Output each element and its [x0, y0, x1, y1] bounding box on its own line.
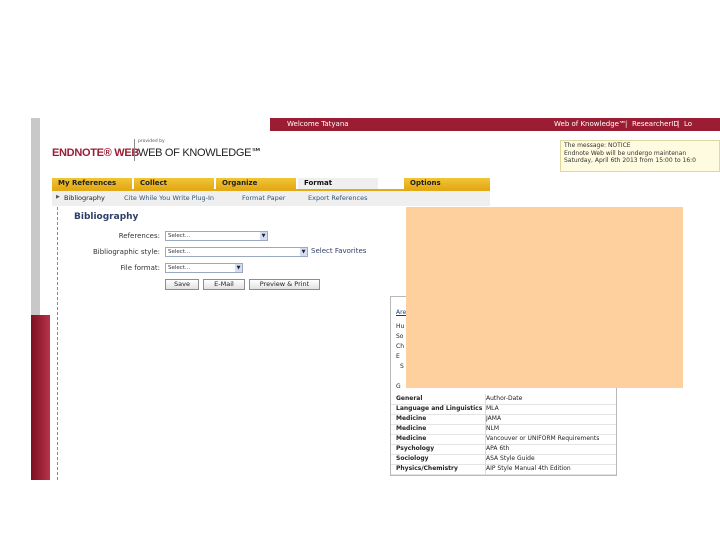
link-logout[interactable]: Lo — [684, 118, 692, 131]
notice-line: The message: NOTICE — [564, 142, 631, 149]
discipline-cell: Language and Linguistics — [396, 405, 483, 412]
notice-line: Endnote Web will be undergo maintenan — [564, 149, 687, 157]
tab-options[interactable]: Options — [404, 178, 490, 189]
discipline-cell: General — [396, 395, 423, 402]
discipline-cell: Medicine — [396, 435, 427, 442]
table-column-divider — [485, 394, 486, 474]
endnote-logo: ENDNOTE® WEB — [52, 147, 140, 159]
tab-organize[interactable]: Organize — [216, 178, 296, 189]
table-row: Physics/Chemistry AIP Style Manual 4th E… — [391, 464, 616, 475]
discipline-cell: Medicine — [396, 425, 427, 432]
tab-my-references[interactable]: My References — [52, 178, 132, 189]
notice-line: Saturday, April 6th 2013 from 15:00 to 1… — [564, 157, 697, 164]
table-fragment: So — [396, 333, 404, 340]
notice-box: The message: NOTICE Endnote Web will be … — [560, 140, 720, 172]
discipline-cell: Sociology — [396, 455, 429, 462]
select-favorites-link[interactable]: Select Favorites — [311, 247, 366, 255]
form-border — [57, 207, 59, 480]
sub-navigation: ▶ Bibliography Cite While You Write Plug… — [52, 191, 490, 206]
subnav-cwyw[interactable]: Cite While You Write Plug-In — [124, 194, 214, 202]
discipline-cell: Psychology — [396, 445, 435, 452]
subnav-export-references[interactable]: Export References — [308, 194, 367, 202]
references-select-value: Select... — [168, 233, 191, 239]
references-label: References: — [118, 232, 160, 240]
table-fragment: G — [396, 383, 401, 390]
style-cell: ASA Style Guide — [486, 455, 535, 462]
preview-print-button[interactable]: Preview & Print — [249, 279, 320, 290]
style-select[interactable]: Select... ▼ — [165, 247, 308, 257]
link-web-of-knowledge[interactable]: Web of Knowledge℠ — [554, 118, 626, 131]
style-cell: AIP Style Manual 4th Edition — [486, 465, 571, 472]
email-button[interactable]: E-Mail — [203, 279, 245, 290]
overlay-box — [406, 207, 683, 388]
table-header: Are — [396, 309, 407, 316]
discipline-cell: Medicine — [396, 415, 427, 422]
subnav-format-paper[interactable]: Format Paper — [242, 194, 285, 202]
table-fragment: S — [400, 363, 404, 370]
subnav-bibliography[interactable]: Bibliography — [64, 194, 105, 202]
style-cell: Vancouver or UNIFORM Requirements — [486, 435, 600, 442]
link-separator: | — [677, 120, 680, 128]
save-button[interactable]: Save — [165, 279, 199, 290]
discipline-cell: Physics/Chemistry — [396, 465, 458, 472]
tab-format[interactable]: Format — [298, 178, 378, 189]
style-cell: Author-Date — [486, 395, 523, 402]
logo-divider — [134, 139, 135, 161]
page-title: Bibliography — [74, 212, 139, 222]
link-separator: | — [625, 120, 628, 128]
subnav-bullet: ▶ — [56, 194, 60, 200]
style-select-value: Select... — [168, 249, 191, 255]
welcome-text: Welcome Tatyana — [287, 120, 349, 128]
format-select[interactable]: Select... ▼ — [165, 263, 243, 273]
link-researcherid[interactable]: ResearcherID — [632, 118, 679, 131]
provided-by-label: provided by — [138, 139, 165, 144]
style-cell: JAMA — [486, 415, 502, 422]
chevron-down-icon: ▼ — [260, 232, 267, 240]
table-fragment: Ch — [396, 343, 404, 350]
table-fragment: Hu — [396, 323, 405, 330]
style-cell: APA 6th — [486, 445, 510, 452]
style-cell: MLA — [486, 405, 499, 412]
tab-collect[interactable]: Collect — [134, 178, 214, 189]
left-red-accent — [31, 315, 50, 480]
table-fragment: E — [396, 353, 400, 360]
top-bar: Welcome Tatyana Web of Knowledge℠ | Rese… — [270, 118, 720, 131]
style-cell: NLM — [486, 425, 500, 432]
chevron-down-icon: ▼ — [235, 264, 242, 272]
chevron-down-icon: ▼ — [300, 248, 307, 256]
style-label: Bibliographic style: — [92, 248, 160, 256]
format-label: File format: — [120, 264, 160, 272]
format-select-value: Select... — [168, 265, 191, 271]
references-select[interactable]: Select... ▼ — [165, 231, 268, 241]
wok-logo: WEB OF KNOWLEDGE℠ — [138, 147, 263, 159]
